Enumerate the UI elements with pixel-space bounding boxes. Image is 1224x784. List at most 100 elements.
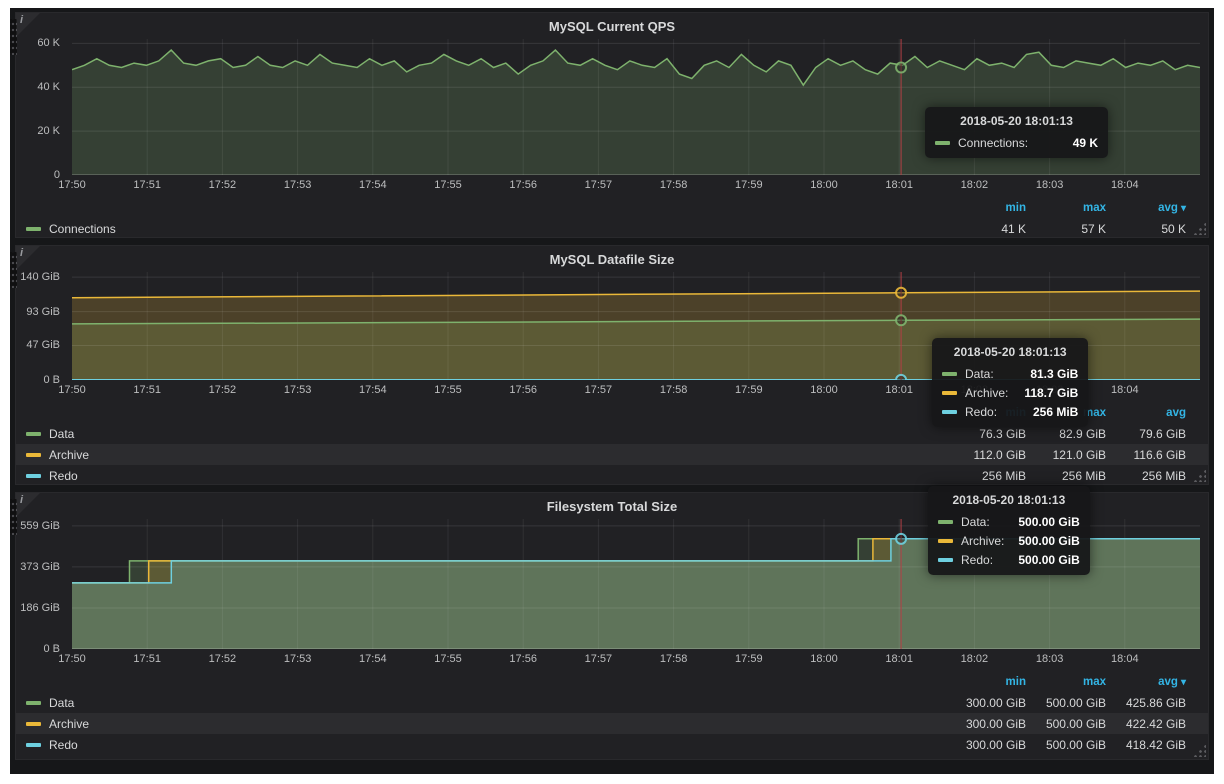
panel-info-icon[interactable]: i: [16, 246, 40, 270]
series-color-dash-icon: [935, 141, 950, 145]
legend-min-value: 76.3 GiB: [946, 427, 1026, 441]
legend-sort-avg[interactable]: avg: [1106, 676, 1186, 688]
x-tick-label: 17:51: [133, 179, 161, 191]
tooltip-series-row: Redo: 500.00 GiB: [938, 550, 1080, 569]
series-color-dash-icon: [26, 743, 41, 747]
legend-sort-max[interactable]: max: [1026, 676, 1106, 688]
panel-info-icon[interactable]: i: [16, 13, 40, 37]
x-tick-label: 17:58: [660, 179, 688, 191]
legend-row-redo: Redo 300.00 GiB 500.00 GiB 418.42 GiB: [16, 734, 1208, 755]
legend-series-toggle[interactable]: Redo: [26, 738, 78, 752]
x-tick-label: 17:55: [434, 653, 462, 665]
x-tick-label: 18:04: [1111, 653, 1139, 665]
tooltip-timestamp: 2018-05-20 18:01:13: [938, 493, 1080, 507]
x-tick-label: 17:51: [133, 653, 161, 665]
legend-series-toggle[interactable]: Data: [26, 696, 74, 710]
tooltip-series-row: Data: 500.00 GiB: [938, 512, 1080, 531]
legend-header-row: min max avg: [16, 197, 1208, 218]
y-tick-label: 47 GiB: [26, 339, 60, 351]
legend-avg-value: 418.42 GiB: [1106, 738, 1186, 752]
tooltip-timestamp: 2018-05-20 18:01:13: [935, 114, 1098, 128]
panel-title[interactable]: MySQL Current QPS: [16, 13, 1208, 39]
x-tick-label: 17:56: [509, 179, 537, 191]
x-tick-label: 17:55: [434, 384, 462, 396]
x-tick-label: 17:54: [359, 384, 387, 396]
x-tick-label: 17:56: [509, 653, 537, 665]
legend-sort-avg[interactable]: avg: [1106, 407, 1186, 419]
y-tick-label: 40 K: [37, 81, 60, 93]
chart-tooltip: 2018-05-20 18:01:13 Data: 81.3 GiB Archi…: [932, 338, 1088, 427]
x-tick-label: 18:03: [1036, 179, 1064, 191]
panel-info-icon[interactable]: i: [16, 493, 40, 517]
tooltip-series-row: Archive: 500.00 GiB: [938, 531, 1080, 550]
y-tick-label: 186 GiB: [20, 602, 60, 614]
legend-row-connections: Connections 41 K 57 K 50 K: [16, 218, 1208, 239]
panel-title[interactable]: MySQL Datafile Size: [16, 246, 1208, 272]
legend-series-toggle[interactable]: Archive: [26, 448, 89, 462]
x-tick-label: 17:53: [284, 384, 312, 396]
tooltip-timestamp: 2018-05-20 18:01:13: [942, 345, 1078, 359]
y-axis: 0 B186 GiB373 GiB559 GiB: [16, 519, 66, 649]
legend-max-value: 57 K: [1026, 222, 1106, 236]
legend-max-value: 82.9 GiB: [1026, 427, 1106, 441]
legend-max-value: 121.0 GiB: [1026, 448, 1106, 462]
x-tick-label: 17:58: [660, 384, 688, 396]
legend-min-value: 300.00 GiB: [946, 717, 1026, 731]
legend-sort-min[interactable]: min: [946, 202, 1026, 214]
x-axis: 17:5017:5117:5217:5317:5417:5517:5617:57…: [72, 175, 1200, 193]
x-tick-label: 17:59: [735, 653, 763, 665]
x-tick-label: 17:52: [209, 384, 237, 396]
y-tick-label: 140 GiB: [20, 271, 60, 283]
series-color-dash-icon: [26, 432, 41, 436]
x-tick-label: 17:50: [58, 384, 86, 396]
x-tick-label: 17:57: [585, 653, 613, 665]
chart-tooltip: 2018-05-20 18:01:13 Connections: 49 K: [925, 107, 1108, 158]
series-color-dash-icon: [938, 539, 953, 543]
x-tick-label: 17:57: [585, 384, 613, 396]
x-tick-label: 18:01: [885, 179, 913, 191]
legend-avg-value: 425.86 GiB: [1106, 696, 1186, 710]
x-tick-label: 17:55: [434, 179, 462, 191]
legend-header-row: min max avg: [16, 671, 1208, 692]
legend-series-toggle[interactable]: Connections: [26, 222, 116, 236]
x-tick-label: 18:04: [1111, 179, 1139, 191]
legend-avg-value: 79.6 GiB: [1106, 427, 1186, 441]
legend-sort-max[interactable]: max: [1026, 202, 1106, 214]
x-tick-label: 17:59: [735, 179, 763, 191]
legend-row-redo: Redo 256 MiB 256 MiB 256 MiB: [16, 465, 1208, 486]
chart-tooltip: 2018-05-20 18:01:13 Data: 500.00 GiB Arc…: [928, 486, 1090, 575]
series-color-dash-icon: [26, 722, 41, 726]
x-tick-label: 17:51: [133, 384, 161, 396]
legend-min-value: 300.00 GiB: [946, 738, 1026, 752]
legend-avg-value: 256 MiB: [1106, 469, 1186, 483]
tooltip-series-row: Connections: 49 K: [935, 133, 1098, 152]
x-tick-label: 17:53: [284, 179, 312, 191]
legend-series-toggle[interactable]: Redo: [26, 469, 78, 483]
x-tick-label: 18:00: [810, 179, 838, 191]
series-color-dash-icon: [942, 391, 957, 395]
legend: min max avg Data 300.00 GiB 500.00 GiB 4…: [16, 671, 1208, 755]
y-tick-label: 60 K: [37, 37, 60, 49]
series-color-dash-icon: [938, 520, 953, 524]
series-color-dash-icon: [942, 372, 957, 376]
x-tick-label: 17:57: [585, 179, 613, 191]
legend-sort-min[interactable]: min: [946, 676, 1026, 688]
legend-series-toggle[interactable]: Data: [26, 427, 74, 441]
legend-min-value: 300.00 GiB: [946, 696, 1026, 710]
x-tick-label: 17:58: [660, 653, 688, 665]
legend-avg-value: 422.42 GiB: [1106, 717, 1186, 731]
grafana-dashboard: i MySQL Current QPS 020 K40 K60 K 17:501…: [10, 8, 1214, 774]
x-tick-label: 18:02: [961, 653, 989, 665]
x-tick-label: 17:59: [735, 384, 763, 396]
y-axis: 0 B47 GiB93 GiB140 GiB: [16, 272, 66, 380]
legend-max-value: 500.00 GiB: [1026, 738, 1106, 752]
legend-sort-avg[interactable]: avg: [1106, 202, 1186, 214]
legend-avg-value: 116.6 GiB: [1106, 448, 1186, 462]
tooltip-series-row: Redo: 256 MiB: [942, 402, 1078, 421]
legend-min-value: 41 K: [946, 222, 1026, 236]
y-tick-label: 93 GiB: [26, 306, 60, 318]
x-tick-label: 17:56: [509, 384, 537, 396]
legend-row-data: Data 300.00 GiB 500.00 GiB 425.86 GiB: [16, 692, 1208, 713]
legend-series-toggle[interactable]: Archive: [26, 717, 89, 731]
series-color-dash-icon: [942, 410, 957, 414]
